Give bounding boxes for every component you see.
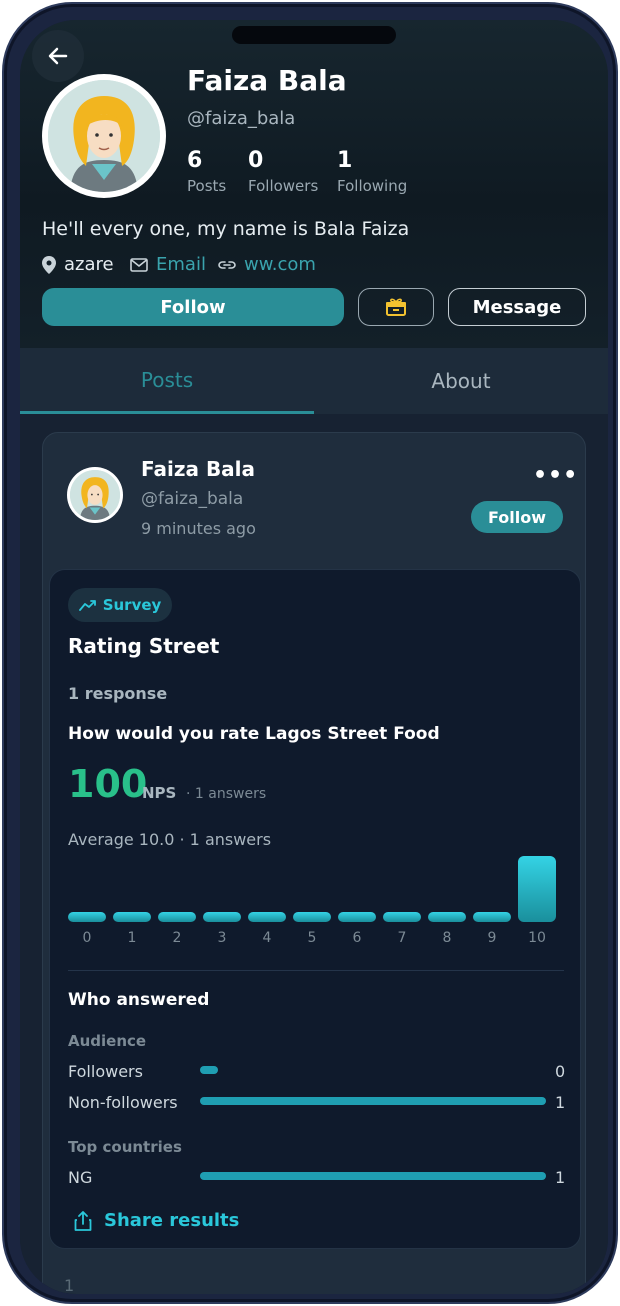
audience-row-track (200, 1097, 546, 1105)
screen: Faiza Bala @faiza_bala 6 Posts 0 Followe… (20, 20, 608, 1294)
arrow-left-icon (48, 47, 68, 65)
follow-button[interactable]: Follow (42, 288, 344, 326)
stat-following[interactable]: 1 Following (337, 148, 407, 195)
profile-email-link[interactable]: Email (130, 254, 206, 275)
profile-location: azare (42, 254, 114, 275)
share-results-button[interactable]: Share results (74, 1210, 239, 1231)
rating-bar-7 (383, 912, 421, 922)
nps-label: NPS (142, 784, 177, 802)
rating-tick-label: 4 (262, 930, 272, 946)
survey-question: How would you rate Lagos Street Food (68, 724, 440, 744)
location-pin-icon (42, 255, 56, 274)
audience-row-fill (200, 1097, 546, 1105)
phone-frame: Faiza Bala @faiza_bala 6 Posts 0 Followe… (2, 2, 618, 1304)
rating-bar-6 (338, 912, 376, 922)
profile-tabs: Posts About (20, 348, 608, 414)
stat-value: 1 (337, 148, 353, 173)
survey-title: Rating Street (68, 634, 220, 658)
profile-name: Faiza Bala (187, 64, 347, 97)
post-author-handle: @faiza_bala (141, 489, 244, 509)
rating-tick-label: 0 (82, 930, 92, 946)
next-post-stat-peek: 1 (64, 1276, 75, 1294)
profile-website-link[interactable]: ww.com (218, 254, 316, 275)
rating-bar-1 (113, 912, 151, 922)
audience-row-value: 0 (555, 1062, 566, 1081)
rating-bar-9 (473, 912, 511, 922)
avatar-illustration (48, 80, 160, 192)
posts-feed: Faiza Bala @faiza_bala 9 minutes ago •••… (20, 414, 608, 1294)
survey-response-count: 1 response (68, 684, 168, 703)
survey-badge: Survey (68, 588, 172, 622)
avatar-illustration (70, 470, 120, 520)
website-text: ww.com (244, 254, 316, 275)
rating-bar-0 (68, 912, 106, 922)
stat-value: 0 (248, 148, 264, 173)
share-icon (74, 1210, 92, 1231)
divider (68, 970, 564, 971)
rating-bar-5 (293, 912, 331, 922)
stat-value: 6 (187, 148, 203, 173)
post-timestamp: 9 minutes ago (141, 519, 256, 538)
rating-bar-2 (158, 912, 196, 922)
share-label: Share results (104, 1210, 240, 1231)
post-author-name[interactable]: Faiza Bala (141, 457, 255, 481)
rating-tick-label: 10 (528, 930, 546, 946)
rating-tick-label: 8 (442, 930, 452, 946)
camera-notch (232, 26, 396, 44)
stat-followers[interactable]: 0 Followers (248, 148, 318, 195)
rating-bar-4 (248, 912, 286, 922)
post-card: Faiza Bala @faiza_bala 9 minutes ago •••… (42, 432, 586, 1294)
stat-label: Followers (248, 177, 319, 195)
email-text: Email (156, 254, 206, 275)
rating-tick-label: 3 (217, 930, 227, 946)
rating-bar-3 (203, 912, 241, 922)
rating-tick-label: 7 (397, 930, 407, 946)
audience-row-fill (200, 1066, 218, 1074)
profile-avatar (42, 74, 166, 198)
mail-icon (130, 257, 148, 272)
badge-label: Survey (102, 596, 162, 614)
country-row-fill (200, 1172, 546, 1180)
countries-heading: Top countries (68, 1138, 182, 1156)
rating-bar-10 (518, 856, 556, 922)
nps-answers: · 1 answers (186, 786, 267, 802)
rating-tick-label: 6 (352, 930, 362, 946)
rating-tick-label: 9 (487, 930, 497, 946)
post-author-avatar[interactable] (67, 467, 123, 523)
country-row-label: NG (68, 1168, 93, 1187)
nps-score: 100 (68, 762, 148, 806)
location-text: azare (64, 254, 114, 275)
stat-posts[interactable]: 6 Posts (187, 148, 226, 195)
link-icon (218, 260, 236, 269)
rating-tick-label: 1 (127, 930, 137, 946)
profile-bio: He'll every one, my name is Bala Faiza (42, 218, 410, 240)
rating-tick-label: 5 (307, 930, 317, 946)
rating-bar-8 (428, 912, 466, 922)
back-button[interactable] (32, 30, 84, 82)
more-options-button[interactable]: ••• (533, 463, 578, 488)
message-button[interactable]: Message (448, 288, 586, 326)
country-row-track (200, 1172, 546, 1180)
gift-icon (386, 298, 406, 316)
tab-posts[interactable]: Posts (20, 348, 314, 414)
audience-row-track (200, 1066, 546, 1074)
audience-heading: Audience (68, 1032, 147, 1050)
who-answered-heading: Who answered (68, 990, 210, 1010)
average-rating: Average 10.0 · 1 answers (68, 830, 272, 849)
post-follow-button[interactable]: Follow (471, 501, 563, 533)
country-row-value: 1 (555, 1168, 566, 1187)
tab-about[interactable]: About (314, 348, 608, 414)
survey-card: Survey Rating Street 1 response How woul… (49, 569, 581, 1249)
audience-row-label: Non-followers (68, 1093, 178, 1112)
rating-distribution-chart: 0 1 2 3 4 5 6 7 8 9 10 (68, 856, 562, 946)
profile-handle: @faiza_bala (187, 108, 296, 129)
audience-row-value: 1 (555, 1093, 566, 1112)
stat-label: Posts (187, 177, 227, 195)
trend-icon (78, 600, 96, 611)
stat-label: Following (337, 177, 408, 195)
audience-row-label: Followers (68, 1062, 143, 1081)
rating-tick-label: 2 (172, 930, 182, 946)
gift-button[interactable] (358, 288, 434, 326)
